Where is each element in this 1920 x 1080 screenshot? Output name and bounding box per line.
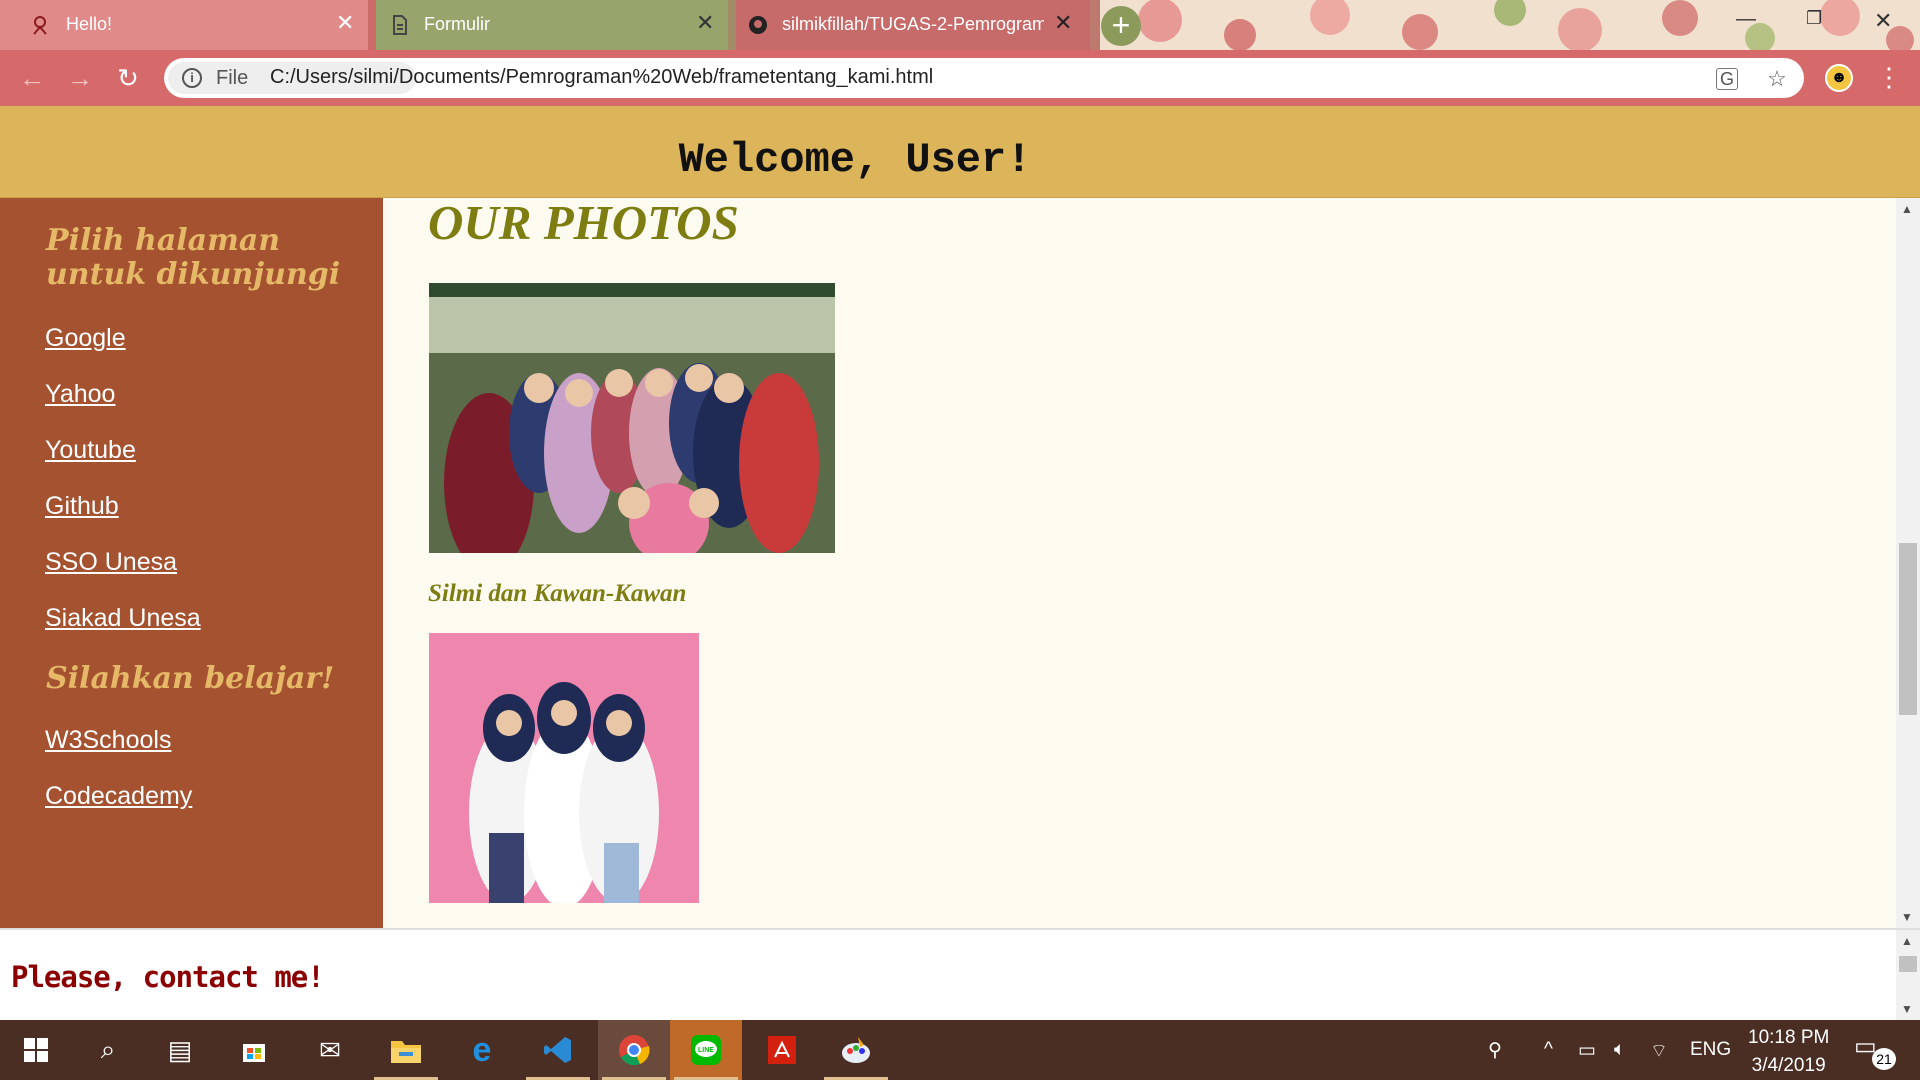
footer-scrollbar[interactable]: ▲ ▼ <box>1896 930 1920 1020</box>
sidebar-link-youtube[interactable]: Youtube <box>45 436 136 465</box>
contact-text: Please, contact me! <box>11 960 325 994</box>
sidebar-link-google[interactable]: Google <box>45 324 126 353</box>
sidebar-link-sso-unesa[interactable]: SSO Unesa <box>45 548 177 577</box>
search-icon[interactable]: ⌕ <box>72 1020 144 1080</box>
translate-icon[interactable]: G <box>1716 68 1738 90</box>
sidebar-link-codecademy[interactable]: Codecademy <box>45 782 192 811</box>
info-icon: i <box>182 68 202 88</box>
start-icon[interactable] <box>0 1020 72 1080</box>
vscode-icon[interactable] <box>522 1020 594 1080</box>
svg-text:LINE: LINE <box>698 1047 714 1054</box>
taskbar: ⌕ ▤ ✉ e LINE ⚲ ^ ▭ 🔈︎ ⌔ ENG 10:18 PM 3/4… <box>0 1020 1920 1080</box>
scroll-down-arrow[interactable]: ▼ <box>1901 1002 1913 1016</box>
sidebar-link-w3schools[interactable]: W3Schools <box>45 726 171 755</box>
floral-background <box>1100 0 1920 50</box>
scroll-up-arrow[interactable]: ▲ <box>1901 202 1913 216</box>
tab-title: Formulir <box>424 14 490 34</box>
welcome-title: Welcome, User! <box>678 136 1032 184</box>
minimize-button[interactable]: — <box>1736 8 1756 31</box>
bookmark-star-icon[interactable]: ☆ <box>1764 66 1790 92</box>
tab-hello[interactable]: Hello! ✕ <box>0 0 368 50</box>
sidebar-heading-visit: Pilih halaman untuk dikunjungi <box>46 223 341 292</box>
scrollbar-thumb[interactable] <box>1899 543 1917 715</box>
store-icon[interactable] <box>218 1020 290 1080</box>
person-icon <box>33 16 47 35</box>
photos-title: OUR PHOTOS <box>428 198 739 250</box>
sidebar-heading-learn: Silahkan belajar! <box>46 661 335 696</box>
content-frame: OUR PHOTOS Silmi dan Kawan-Kawan <box>383 198 1896 928</box>
friends-photo <box>429 633 699 903</box>
page-header: Welcome, User! <box>0 106 1920 198</box>
task-view-icon[interactable]: ▤ <box>144 1020 216 1080</box>
people-icon[interactable]: ⚲ <box>1488 1039 1502 1062</box>
volume-icon[interactable]: 🔈︎ <box>1614 1039 1625 1061</box>
clock-date: 3/4/2019 <box>1751 1055 1826 1076</box>
action-center-icon[interactable]: ▭ 21 <box>1854 1032 1896 1070</box>
wifi-icon[interactable]: ⌔ <box>1650 1039 1668 1063</box>
show-hidden-icons-icon[interactable]: ^ <box>1544 1039 1553 1061</box>
new-tab-button[interactable]: + <box>1101 6 1141 46</box>
line-icon[interactable]: LINE <box>670 1020 742 1080</box>
chrome-menu-icon[interactable]: ⋮ <box>1876 62 1902 92</box>
security-label: File <box>216 67 249 89</box>
tab-github[interactable]: silmikfillah/TUGAS-2-Pemrogram ✕ <box>736 0 1090 50</box>
forward-icon[interactable]: → <box>64 62 96 94</box>
scroll-down-arrow[interactable]: ▼ <box>1901 910 1913 924</box>
clock-time: 10:18 PM <box>1748 1027 1830 1048</box>
sidebar-link-siakad-unesa[interactable]: Siakad Unesa <box>45 604 201 633</box>
battery-icon[interactable]: ▭ <box>1578 1039 1596 1062</box>
tab-strip: Hello! ✕ Formulir ✕ silmikfillah/TUGAS-2… <box>0 0 1920 50</box>
mail-icon[interactable]: ✉ <box>294 1020 366 1080</box>
profile-avatar[interactable]: ☻ <box>1825 64 1853 92</box>
url-text[interactable]: C:/Users/silmi/Documents/Pemrograman%20W… <box>270 66 933 89</box>
clock[interactable]: 10:18 PM 3/4/2019 <box>1748 1024 1829 1080</box>
scroll-up-arrow[interactable]: ▲ <box>1901 934 1913 948</box>
tab-title: silmikfillah/TUGAS-2-Pemrogram <box>782 14 1044 34</box>
chrome-icon[interactable] <box>598 1020 670 1080</box>
tab-formulir[interactable]: Formulir ✕ <box>376 0 728 50</box>
tab-title: Hello! <box>66 14 113 34</box>
content-scrollbar[interactable]: ▲ ▼ <box>1896 198 1920 928</box>
language-indicator[interactable]: ENG <box>1690 1039 1731 1061</box>
restore-button[interactable]: ❐ <box>1806 8 1822 29</box>
paint-icon[interactable] <box>820 1020 892 1080</box>
photo-caption: Silmi dan Kawan-Kawan <box>428 580 687 607</box>
sidebar: Pilih halaman untuk dikunjungi Google Ya… <box>0 198 383 928</box>
group-photo <box>429 283 835 553</box>
document-icon <box>393 15 407 35</box>
acrobat-icon[interactable] <box>746 1020 818 1080</box>
close-tab-icon[interactable]: ✕ <box>1054 12 1072 34</box>
close-window-button[interactable]: ✕ <box>1874 8 1892 34</box>
back-icon[interactable]: ← <box>16 62 48 94</box>
close-tab-icon[interactable]: ✕ <box>336 12 354 34</box>
scrollbar-thumb[interactable] <box>1899 956 1917 972</box>
address-bar[interactable]: i File C:/Users/silmi/Documents/Pemrogra… <box>164 58 1804 98</box>
edge-icon[interactable]: e <box>446 1020 518 1080</box>
sidebar-link-yahoo[interactable]: Yahoo <box>45 380 115 409</box>
sidebar-link-github[interactable]: Github <box>45 492 119 521</box>
notification-count: 21 <box>1872 1048 1896 1070</box>
reload-icon[interactable]: ↻ <box>112 62 144 94</box>
file-explorer-icon[interactable] <box>370 1020 442 1080</box>
github-icon <box>749 16 767 34</box>
close-tab-icon[interactable]: ✕ <box>696 12 714 34</box>
footer-frame: Please, contact me! <box>0 928 1920 1020</box>
